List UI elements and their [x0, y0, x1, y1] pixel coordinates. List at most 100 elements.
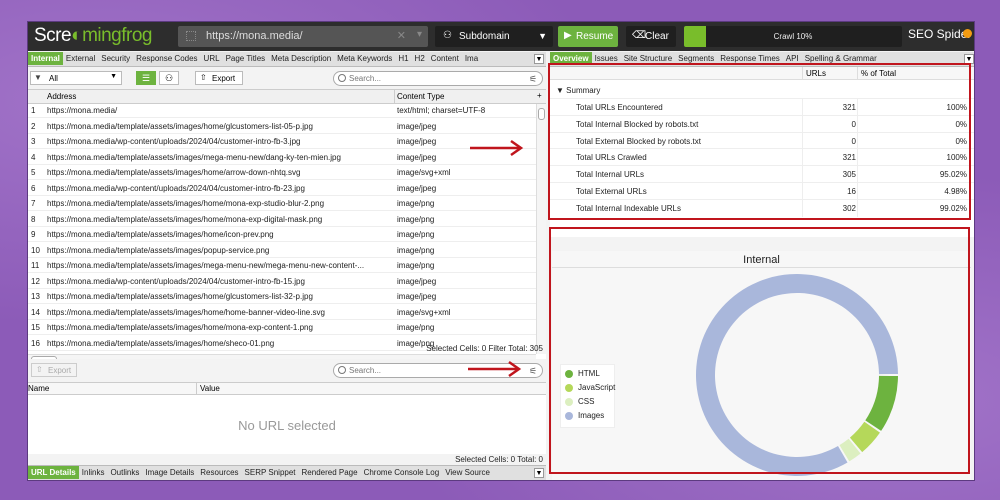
tab-url-details[interactable]: URL Details — [28, 466, 79, 479]
tab-inlinks[interactable]: Inlinks — [79, 466, 108, 479]
table-row[interactable]: 3 https://mona.media/wp-content/uploads/2… — [28, 135, 536, 149]
detail-status: Selected Cells: 0 Total: 0 — [455, 455, 543, 464]
table-row[interactable]: 15 https://mona.media/template/assets/ima… — [28, 321, 536, 335]
table-row[interactable]: 5 https://mona.media/template/assets/imag… — [28, 166, 536, 180]
row-address[interactable]: https://mona.media/template/assets/image… — [47, 292, 392, 301]
row-address[interactable]: https://mona.media/template/assets/image… — [47, 199, 392, 208]
row-address[interactable]: https://mona.media/template/assets/image… — [47, 215, 392, 224]
table-row[interactable]: 9 https://mona.media/template/assets/imag… — [28, 228, 536, 242]
detail-header: Name Value — [28, 383, 546, 395]
tab-external[interactable]: External — [63, 52, 98, 65]
tab-content[interactable]: Content — [428, 52, 462, 65]
table-row[interactable]: 6 https://mona.media/wp-content/uploads/2… — [28, 182, 536, 196]
row-address[interactable]: https://mona.media/wp-content/uploads/20… — [47, 137, 392, 146]
crawl-mode-dropdown[interactable]: ⚇ Subdomain ▼ — [435, 26, 553, 47]
table-header: Address Content Type + — [28, 90, 546, 104]
export-button[interactable]: ⇧ Export — [195, 71, 243, 85]
row-address[interactable]: https://mona.media/wp-content/uploads/20… — [47, 277, 392, 286]
add-column-icon[interactable]: + — [537, 91, 542, 100]
tab-h2[interactable]: H2 — [412, 52, 428, 65]
bulb-icon[interactable] — [963, 29, 972, 38]
tab-meta-description[interactable]: Meta Description — [268, 52, 334, 65]
tab-page-titles[interactable]: Page Titles — [223, 52, 269, 65]
table-row[interactable]: 13 https://mona.media/template/assets/ima… — [28, 290, 536, 304]
resume-button[interactable]: ▶ Resume — [558, 26, 618, 47]
table-row[interactable]: 12 https://mona.media/wp-content/uploads/… — [28, 275, 536, 289]
tab-view-source[interactable]: View Source — [442, 466, 493, 479]
sliders-icon[interactable]: ⚟ — [527, 365, 539, 377]
empty-message: No URL selected — [238, 418, 336, 433]
tree-view-button[interactable]: ⚇ — [159, 71, 179, 85]
row-number: 12 — [31, 276, 40, 286]
url-table: Address Content Type + 1 https://mona.med… — [28, 89, 546, 364]
column-address[interactable]: Address — [47, 92, 76, 101]
tab-outlinks[interactable]: Outlinks — [107, 466, 142, 479]
search-input[interactable]: Search... ⚟ — [333, 71, 543, 86]
column-value[interactable]: Value — [200, 384, 220, 393]
tab-security[interactable]: Security — [98, 52, 133, 65]
table-row[interactable]: 10 https://mona.media/template/assets/ima… — [28, 244, 536, 258]
row-address[interactable]: https://mona.media/wp-content/uploads/20… — [47, 184, 392, 193]
play-icon: ▶ — [564, 30, 572, 41]
frog-icon: ◐ — [71, 25, 83, 46]
row-number: 7 — [31, 199, 36, 208]
clear-url-icon[interactable]: ✕ — [397, 29, 406, 42]
tab-internal[interactable]: Internal — [28, 52, 63, 65]
url-input[interactable]: https://mona.media/ ✕ ▾ — [178, 26, 428, 47]
chevron-down-icon[interactable]: ▾ — [417, 29, 422, 40]
row-address[interactable]: https://mona.media/template/assets/image… — [47, 246, 392, 255]
scroll-thumb[interactable] — [538, 108, 545, 120]
tab-images[interactable]: Ima — [462, 52, 481, 65]
table-row[interactable]: 4 https://mona.media/template/assets/imag… — [28, 151, 536, 165]
red-arrow-icon — [470, 139, 524, 157]
list-view-button[interactable]: ☰ — [136, 71, 156, 85]
table-row[interactable]: 1 https://mona.media/text/html; charset=U… — [28, 104, 536, 118]
tab-h1[interactable]: H1 — [395, 52, 411, 65]
row-content-type: image/jpeg — [397, 292, 437, 301]
bottom-tab-bar: URL Details Inlinks Outlinks Image Details R… — [28, 465, 546, 480]
detail-export-button[interactable]: ⇧ Export — [31, 363, 77, 377]
left-tab-bar: Internal External Security Response Codes UR… — [28, 52, 546, 67]
row-address[interactable]: https://mona.media/template/assets/image… — [47, 323, 392, 332]
tab-overflow-button[interactable]: ▼ — [534, 468, 544, 478]
row-address[interactable]: https://mona.media/template/assets/image… — [47, 168, 392, 177]
tab-image-details[interactable]: Image Details — [142, 466, 197, 479]
tab-overflow-button[interactable]: ▼ — [534, 54, 544, 64]
top-bar: Scre◐mingfrog https://mona.media/ ✕ ▾ ⚇ … — [28, 22, 974, 51]
row-content-type: image/png — [397, 199, 435, 208]
row-address[interactable]: https://mona.media/template/assets/image… — [47, 308, 392, 317]
row-address[interactable]: https://mona.media/template/assets/image… — [47, 230, 392, 239]
tab-response-codes[interactable]: Response Codes — [133, 52, 200, 65]
sliders-icon[interactable]: ⚟ — [527, 73, 539, 85]
column-content-type[interactable]: Content Type — [397, 92, 444, 101]
column-name[interactable]: Name — [28, 384, 49, 393]
tab-url[interactable]: URL — [201, 52, 223, 65]
export-label: Export — [212, 74, 236, 83]
crawl-progress-bar: Crawl 10% — [684, 26, 902, 47]
tab-resources[interactable]: Resources — [197, 466, 241, 479]
table-row[interactable]: 11 https://mona.media/template/assets/ima… — [28, 259, 536, 273]
tab-rendered-page[interactable]: Rendered Page — [299, 466, 361, 479]
clear-button[interactable]: ⌫ Clear — [626, 26, 676, 47]
filter-dropdown[interactable]: ▼ All ▼ — [30, 71, 122, 85]
table-row[interactable]: 8 https://mona.media/template/assets/imag… — [28, 213, 536, 227]
row-address[interactable]: https://mona.media/template/assets/image… — [47, 122, 392, 131]
row-number: 9 — [31, 230, 36, 239]
table-row[interactable]: 7 https://mona.media/template/assets/imag… — [28, 197, 536, 211]
table-row[interactable]: 2 https://mona.media/template/assets/imag… — [28, 120, 536, 134]
tab-meta-keywords[interactable]: Meta Keywords — [334, 52, 395, 65]
row-number: 13 — [31, 292, 40, 301]
row-address[interactable]: https://mona.media/ — [47, 106, 392, 115]
search-icon — [338, 74, 346, 82]
red-arrow-icon — [468, 360, 522, 378]
tab-chrome-console-log[interactable]: Chrome Console Log — [361, 466, 443, 479]
grid-icon — [186, 31, 196, 41]
vertical-scrollbar[interactable] — [536, 104, 546, 354]
row-address[interactable]: https://mona.media/template/assets/image… — [47, 261, 392, 270]
row-address[interactable]: https://mona.media/template/assets/image… — [47, 153, 392, 162]
crawl-progress-label: Crawl 10% — [773, 32, 813, 41]
product-name: SEO Spider — [908, 27, 972, 41]
export-label: Export — [48, 366, 72, 375]
tab-serp-snippet[interactable]: SERP Snippet — [242, 466, 299, 479]
table-row[interactable]: 14 https://mona.media/template/assets/ima… — [28, 306, 536, 320]
